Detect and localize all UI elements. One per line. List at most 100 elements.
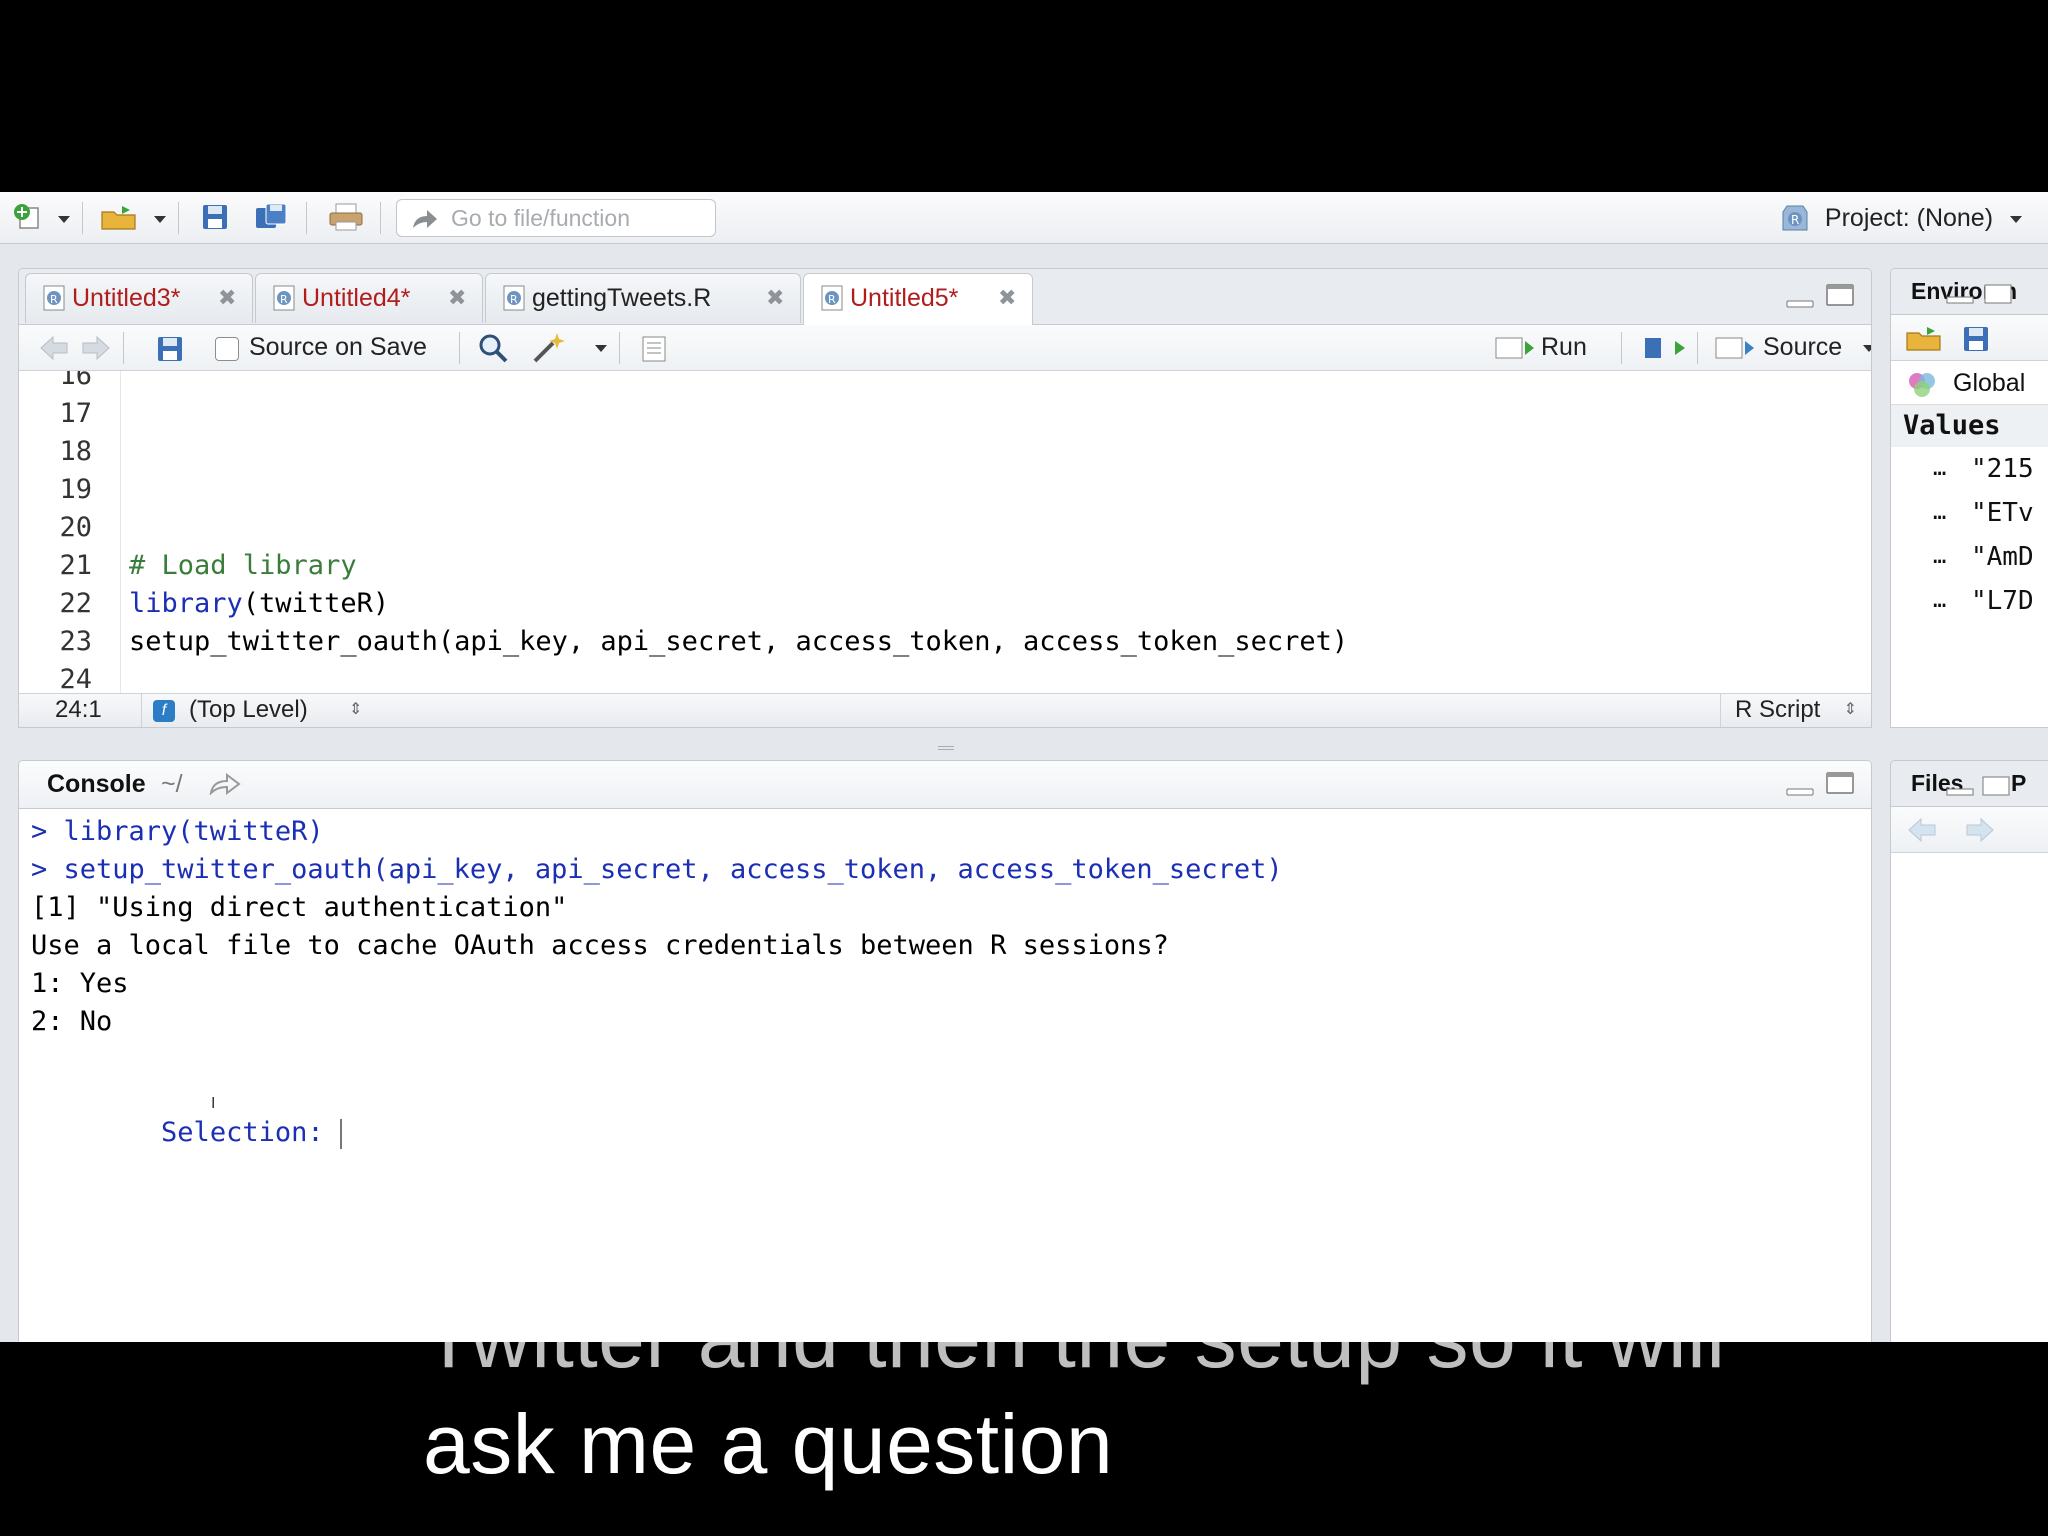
line-number: 16 (59, 371, 92, 391)
maximize-pane-icon[interactable] (1983, 283, 2013, 305)
environment-value-row[interactable]: … "215 (1891, 447, 2048, 491)
open-folder-icon[interactable] (100, 202, 140, 232)
source-button[interactable]: Source (1715, 325, 1871, 371)
line-number: 18 (59, 436, 92, 467)
source-on-save-checkbox[interactable] (215, 337, 239, 361)
value-name: … (1933, 456, 1947, 481)
close-icon[interactable]: ✖ (998, 274, 1016, 322)
source-tabbar: R Untitled3* ✖ R Untitled4* ✖ R gettingT… (19, 269, 1871, 325)
project-caret-icon (2010, 215, 2022, 223)
ibeam-cursor-icon: I (211, 1095, 216, 1112)
toolbar-separator (123, 332, 124, 364)
line-number: 20 (59, 512, 92, 543)
environment-pane: Environm Global Values … "215 … "ETv … "AmD … "… (1890, 268, 2048, 728)
load-workspace-icon[interactable] (1905, 323, 1945, 353)
close-icon[interactable]: ✖ (448, 274, 466, 322)
value-name: … (1933, 500, 1947, 525)
cursor-position: 24:1 (55, 696, 102, 723)
go-to-file-input[interactable]: Go to file/function (396, 199, 716, 237)
r-file-icon: R (503, 285, 525, 311)
tab-label: Untitled3* (72, 284, 181, 312)
console-header: Console ~/ (19, 761, 1871, 809)
tab-untitled5[interactable]: R Untitled5* ✖ (803, 273, 1033, 325)
environment-value-row[interactable]: … "L7D (1891, 579, 2048, 623)
back-arrow-icon[interactable] (1907, 817, 1937, 843)
save-icon[interactable] (200, 202, 230, 232)
share-arrow-icon[interactable] (209, 773, 241, 795)
console-line: Use a local file to cache OAuth access c… (31, 930, 1169, 961)
project-menu[interactable]: R Project: (None) (1782, 192, 2022, 244)
maximize-pane-icon[interactable] (1825, 771, 1855, 795)
search-icon[interactable] (477, 332, 509, 364)
pane-splitter-handle[interactable] (938, 746, 954, 750)
status-separator (141, 694, 142, 727)
save-icon[interactable] (155, 334, 185, 364)
console-path[interactable]: ~/ (161, 761, 183, 807)
line-number: 21 (59, 550, 92, 581)
tab-untitled4[interactable]: R Untitled4* ✖ (255, 273, 483, 323)
files-toolbar (1891, 807, 2048, 853)
line-number: 23 (59, 626, 92, 657)
new-file-caret-icon[interactable] (58, 216, 70, 223)
compile-report-icon[interactable] (639, 334, 669, 364)
open-folder-caret-icon[interactable] (154, 216, 166, 223)
back-arrow-icon[interactable] (39, 335, 69, 361)
source-pane: R Untitled3* ✖ R Untitled4* ✖ R gettingT… (18, 268, 1872, 728)
environment-value-row[interactable]: … "ETv (1891, 491, 2048, 535)
project-icon: R (1782, 205, 1808, 231)
environment-scope-selector[interactable]: Global (1891, 361, 2048, 405)
file-type-selector[interactable]: R Script ⇕ (1727, 694, 1857, 727)
environment-value-row[interactable]: … "AmD (1891, 535, 2048, 579)
run-button[interactable]: Run (1495, 325, 1611, 371)
updown-caret-icon: ⇕ (1843, 701, 1857, 718)
magic-wand-icon[interactable] (531, 331, 567, 365)
value-content: "AmD (1971, 542, 2034, 572)
run-arrow-icon (1495, 337, 1534, 359)
console-prompt[interactable]: Selection: (31, 1076, 342, 1190)
print-icon[interactable] (328, 202, 364, 232)
value-name: … (1933, 544, 1947, 569)
console-output[interactable]: > library(twitteR) > setup_twitter_oauth(… (19, 809, 1871, 1342)
forward-arrow-icon[interactable] (1965, 817, 1995, 843)
toolbar-separator (82, 202, 83, 234)
goto-arrow-icon (413, 210, 437, 228)
text-cursor (339, 1118, 342, 1149)
console-line: > setup_twitter_oauth(api_key, api_secre… (31, 854, 1283, 885)
go-to-file-placeholder: Go to file/function (451, 205, 630, 231)
tab-plots[interactable]: P (2011, 761, 2026, 805)
minimize-pane-icon[interactable] (1785, 775, 1815, 799)
save-workspace-icon[interactable] (1961, 324, 1991, 354)
tab-untitled3[interactable]: R Untitled3* ✖ (25, 273, 253, 323)
console-line: 2: No (31, 1006, 113, 1037)
code-line[interactable]: setup_twitter_oauth(api_key, api_secret,… (129, 623, 1348, 661)
code-line[interactable]: library(twitteR) (129, 585, 389, 623)
save-all-icon[interactable] (254, 202, 290, 232)
minimize-pane-icon[interactable] (1945, 291, 1975, 307)
r-file-icon: R (821, 285, 843, 311)
editor-status-bar: 24:1 f (Top Level) ⇕ R Script ⇕ (19, 693, 1871, 727)
code-tools-caret-icon[interactable] (595, 345, 607, 352)
minimize-pane-icon[interactable] (1945, 783, 1975, 799)
subtitle-line-1: Twitter and then the setup so it will (423, 1291, 1726, 1385)
console-pane: Console ~/ > library(twitteR) > setup_twi… (18, 760, 1872, 1342)
toolbar-separator (619, 332, 620, 364)
source-label: Source (1763, 333, 1843, 361)
environment-scope-label: Global (1953, 369, 2026, 397)
toolbar-separator (380, 202, 381, 234)
code-line[interactable]: # Load library (129, 547, 357, 585)
maximize-pane-icon[interactable] (1825, 283, 1855, 307)
new-file-icon[interactable] (12, 202, 42, 232)
close-icon[interactable]: ✖ (766, 274, 784, 322)
code-editor[interactable]: 16 17 18 19 20 21 22 23 24 # Load library library… (19, 371, 1871, 693)
scope-label: (Top Level) (189, 696, 308, 723)
code-function: library (129, 588, 243, 619)
tab-label: Untitled4* (302, 284, 411, 312)
rerun-icon[interactable] (1643, 335, 1687, 361)
close-icon[interactable]: ✖ (218, 274, 236, 322)
tab-gettingtweets[interactable]: R gettingTweets.R ✖ (485, 273, 801, 323)
global-env-icon (1909, 373, 1935, 397)
maximize-pane-icon[interactable] (1981, 775, 2011, 797)
forward-arrow-icon[interactable] (81, 335, 111, 361)
minimize-pane-icon[interactable] (1785, 287, 1815, 311)
svg-text:R: R (50, 293, 58, 306)
